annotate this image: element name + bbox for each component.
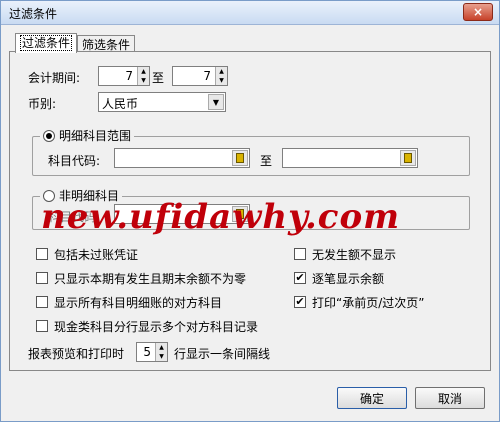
currency-value: 人民币: [102, 97, 139, 111]
period-from-spinner[interactable]: 7 ▲ ▼: [98, 66, 150, 86]
print-carry-label: 打印“承前页/过次页”: [312, 296, 425, 310]
cancel-button-label: 取消: [437, 391, 462, 406]
report-line-suffix: 行显示一条间隔线: [174, 347, 271, 361]
tab-label: 筛选条件: [82, 38, 131, 52]
lookup-icon[interactable]: [400, 150, 416, 166]
spin-down-icon[interactable]: ▼: [156, 352, 167, 361]
period-to-spinner[interactable]: 7 ▲ ▼: [172, 66, 228, 86]
tab-label: 过滤条件: [20, 35, 73, 51]
detail-code-from-input[interactable]: [114, 148, 250, 168]
spin-up-icon[interactable]: ▲: [138, 67, 149, 76]
hide-no-activity-checkbox[interactable]: [294, 248, 306, 260]
close-icon: ×: [472, 5, 484, 19]
cancel-button[interactable]: 取消: [415, 387, 485, 409]
spinner-arrows[interactable]: ▲ ▼: [137, 67, 149, 85]
ok-button-label: 确定: [359, 391, 384, 406]
include-unposted-checkbox[interactable]: [36, 248, 48, 260]
detail-code-label: 科目代码:: [48, 154, 101, 168]
spinner-arrows[interactable]: ▲ ▼: [155, 343, 167, 361]
window-title: 过滤条件: [9, 7, 58, 21]
show-contra-label: 显示所有科目明细账的对方科目: [54, 296, 223, 310]
interval-line-value: 5: [143, 345, 151, 359]
cash-split-checkbox[interactable]: [36, 320, 48, 332]
currency-label: 币别:: [28, 97, 57, 111]
close-button[interactable]: ×: [463, 3, 493, 21]
period-from-value: 7: [125, 69, 133, 83]
radio-selected-icon[interactable]: [43, 129, 55, 142]
chevron-down-icon[interactable]: ▼: [208, 94, 224, 110]
running-balance-label: 逐笔显示余额: [312, 272, 385, 286]
ok-button[interactable]: 确定: [337, 387, 407, 409]
detail-range-legend: 明细科目范围: [59, 129, 132, 143]
spin-down-icon[interactable]: ▼: [138, 76, 149, 85]
interval-line-spinner[interactable]: 5 ▲ ▼: [136, 342, 168, 362]
period-to-label: 至: [152, 71, 165, 85]
report-line-prefix: 报表预览和打印时: [28, 347, 125, 361]
check-icon: ✔: [295, 271, 305, 284]
show-contra-checkbox[interactable]: [36, 296, 48, 308]
watermark-text: new.ufidawhy.com: [41, 197, 401, 237]
spinner-arrows[interactable]: ▲ ▼: [215, 67, 227, 85]
title-bar: 过滤条件 ×: [1, 1, 499, 25]
currency-select[interactable]: 人民币 ▼: [98, 92, 226, 112]
detail-range-radio[interactable]: 明细科目范围: [40, 127, 135, 144]
nonzero-only-label: 只显示本期有发生且期末余额不为零: [54, 272, 247, 286]
cash-split-label: 现金类科目分行显示多个对方科目记录: [54, 320, 259, 334]
period-label: 会计期间:: [28, 71, 81, 85]
spin-up-icon[interactable]: ▲: [156, 343, 167, 352]
print-carry-checkbox[interactable]: ✔: [294, 296, 306, 308]
detail-to-label: 至: [260, 154, 273, 168]
check-icon: ✔: [295, 295, 305, 308]
filter-dialog: 过滤条件 × 过滤条件 筛选条件 会计期间: 7 ▲ ▼ 至 7 ▲ ▼ 币别:…: [0, 0, 500, 422]
hide-no-activity-label: 无发生额不显示: [312, 248, 397, 262]
lookup-icon[interactable]: [232, 150, 248, 166]
detail-code-to-input[interactable]: [282, 148, 418, 168]
spin-up-icon[interactable]: ▲: [216, 67, 227, 76]
tab-filter-conditions[interactable]: 过滤条件: [15, 33, 78, 53]
nonzero-only-checkbox[interactable]: [36, 272, 48, 284]
spin-down-icon[interactable]: ▼: [216, 76, 227, 85]
include-unposted-label: 包括未过账凭证: [54, 248, 139, 262]
period-to-value: 7: [203, 69, 211, 83]
running-balance-checkbox[interactable]: ✔: [294, 272, 306, 284]
